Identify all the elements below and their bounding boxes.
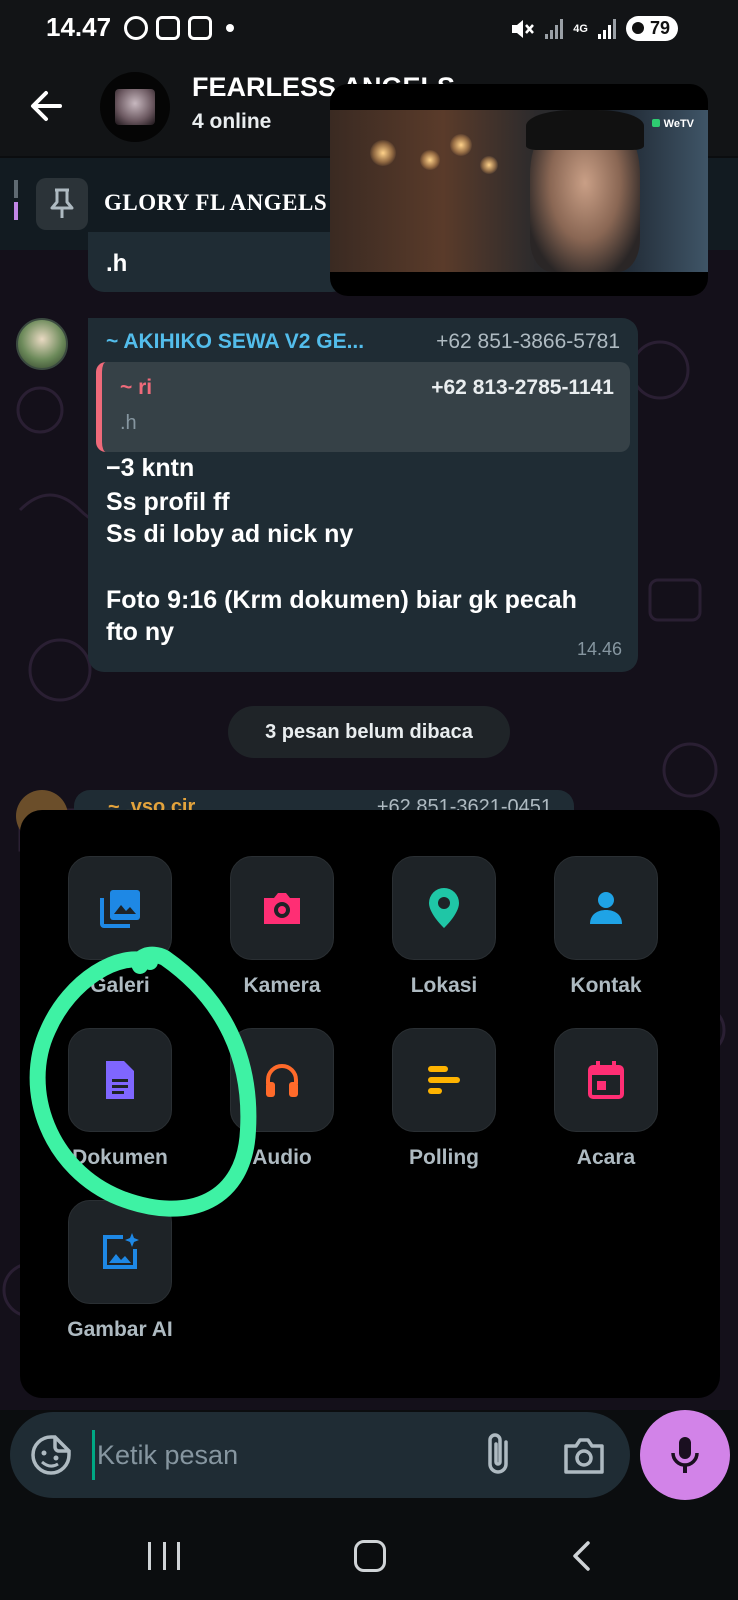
attach-document-tile[interactable]: [68, 1028, 172, 1132]
sender-phone: +62 851-3866-5781: [436, 330, 620, 353]
quoted-message[interactable]: ~ ri +62 813-2785-1141 .h: [96, 362, 630, 452]
sender-avatar[interactable]: [16, 318, 68, 370]
gallery-icon: [100, 890, 140, 928]
camera-shortcut-icon[interactable]: [562, 1434, 606, 1476]
group-logo: [115, 89, 155, 125]
attach-gallery-tile[interactable]: [68, 856, 172, 960]
message-line: fto ny: [106, 618, 175, 646]
quoted-phone: +62 813-2785-1141: [431, 376, 614, 399]
contact-icon: [590, 892, 622, 924]
signal-icon-2: [597, 18, 616, 39]
unread-divider: 3 pesan belum dibaca: [228, 706, 510, 758]
attach-ai-image-tile[interactable]: [68, 1200, 172, 1304]
back-arrow-icon[interactable]: [26, 86, 66, 126]
attach-gallery-label: Galeri: [90, 974, 150, 997]
quoted-text: .h: [120, 412, 137, 434]
attach-event-label: Acara: [576, 1146, 636, 1169]
group-status: 4 online: [192, 110, 272, 133]
headphones-icon: [266, 1064, 298, 1097]
group-avatar[interactable]: [100, 72, 170, 142]
sender-name[interactable]: ~ AKIHIKO SEWA V2 GE...: [106, 330, 364, 354]
picture-in-picture-video[interactable]: WeTV: [330, 84, 708, 296]
attach-poll[interactable]: Polling: [392, 1028, 496, 1170]
sticker-emoji-icon[interactable]: [30, 1434, 72, 1476]
pin-icon: [36, 178, 88, 230]
attach-event[interactable]: Acara: [554, 1028, 658, 1170]
camera-icon: [264, 893, 300, 924]
attach-audio-label: Audio: [252, 1146, 312, 1169]
quoted-sender: ~ ri: [120, 376, 153, 399]
message-text: .h: [106, 250, 128, 277]
message-time: 14.46: [576, 639, 622, 659]
home-button[interactable]: [354, 1540, 386, 1572]
attach-ai-image[interactable]: Gambar AI: [67, 1200, 173, 1342]
attach-audio-tile[interactable]: [230, 1028, 334, 1132]
calendar-icon: [588, 1061, 624, 1099]
attach-contact-tile[interactable]: [554, 856, 658, 960]
network-type: 4G: [573, 22, 588, 35]
message-input[interactable]: [92, 1430, 452, 1480]
attach-location-tile[interactable]: [392, 856, 496, 960]
ai-image-icon: [103, 1233, 139, 1269]
pin-indicator: [14, 180, 18, 230]
video-frame: [330, 110, 708, 272]
attach-audio[interactable]: Audio: [230, 1028, 334, 1170]
document-icon: [106, 1061, 134, 1099]
attach-document[interactable]: Dokumen: [68, 1028, 172, 1170]
attach-document-label: Dokumen: [72, 1146, 168, 1169]
instagram-icon: [156, 16, 180, 40]
message-composer: [10, 1412, 630, 1498]
message-bubble-previous[interactable]: .h: [88, 232, 348, 292]
attach-camera-tile[interactable]: [230, 856, 334, 960]
attach-camera-label: Kamera: [243, 974, 321, 997]
attach-poll-label: Polling: [409, 1146, 479, 1169]
microphone-icon: [671, 1437, 699, 1473]
more-notifications-icon: [226, 24, 234, 32]
location-icon: [429, 888, 459, 928]
shopee-icon: [188, 16, 212, 40]
attach-contact-label: Kontak: [570, 974, 642, 997]
attachment-menu: Galeri Kamera Lokasi Kontak Dokumen Audi…: [20, 810, 720, 1398]
system-icons: 4G 79: [509, 16, 678, 41]
message-line: −3 kntn: [106, 454, 195, 482]
message-line: Ss di loby ad nick ny: [106, 520, 354, 548]
recent-apps-button[interactable]: [148, 1542, 180, 1570]
notification-icons: [124, 16, 234, 40]
pinterest-icon: [124, 16, 148, 40]
voice-message-button[interactable]: [640, 1410, 730, 1500]
attach-contact[interactable]: Kontak: [554, 856, 658, 998]
attach-event-tile[interactable]: [554, 1028, 658, 1132]
pinned-text: GLORY FL ANGELS: [104, 190, 328, 215]
attach-poll-tile[interactable]: [392, 1028, 496, 1132]
nav-back-icon[interactable]: [566, 1540, 598, 1572]
video-person-hair: [526, 110, 644, 150]
attach-paperclip-icon[interactable]: [478, 1432, 522, 1478]
message-line: Ss profil ff: [106, 488, 230, 516]
attach-location[interactable]: Lokasi: [392, 856, 496, 998]
status-bar: 14.47 4G 79: [0, 0, 738, 60]
wetv-logo: WeTV: [652, 118, 694, 130]
status-time: 14.47: [46, 12, 112, 42]
attach-ai-image-label: Gambar AI: [67, 1318, 173, 1341]
message-line: Foto 9:16 (Krm dokumen) biar gk pecah: [106, 586, 577, 614]
system-navigation-bar: [0, 1510, 738, 1600]
battery-indicator: 79: [625, 16, 678, 41]
mute-icon: [512, 19, 535, 38]
signal-icon-1: [545, 18, 564, 39]
attach-location-label: Lokasi: [410, 974, 478, 997]
message-bubble[interactable]: ~ AKIHIKO SEWA V2 GE... +62 851-3866-578…: [88, 318, 638, 672]
poll-icon: [428, 1066, 460, 1094]
attach-camera[interactable]: Kamera: [230, 856, 334, 998]
attach-gallery[interactable]: Galeri: [68, 856, 172, 998]
